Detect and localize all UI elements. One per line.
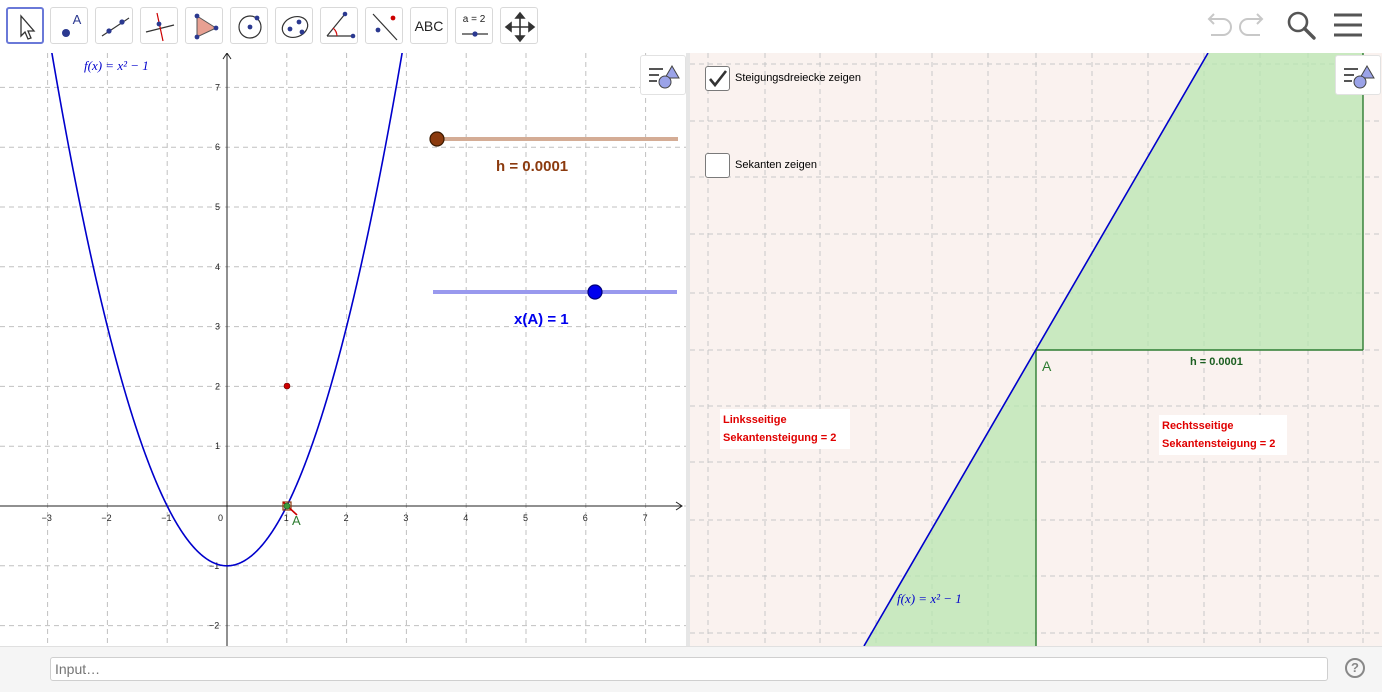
checkbox-secants-label[interactable]: Sekanten zeigen <box>735 159 817 171</box>
move-view-icon <box>504 11 536 43</box>
h-label: h = 0.0001 <box>1190 356 1243 368</box>
left-secant-line2: Sekantensteigung = 2 <box>723 432 837 444</box>
ellipse-icon <box>281 16 309 38</box>
search-icon[interactable] <box>1284 8 1318 44</box>
line-icon <box>101 17 130 37</box>
x-tick-label: 1 <box>284 513 289 523</box>
checkbox-triangles[interactable] <box>705 66 730 91</box>
redo-icon[interactable] <box>1238 8 1268 44</box>
x-tick-label: 0 <box>218 513 223 523</box>
graphics-view-1-canvas[interactable]: −3 −2 −1 0 1 2 3 4 5 6 7−2−11234567 f(x) = x² − 1 … <box>0 53 686 646</box>
x-tick-label: 2 <box>344 513 349 523</box>
polygon-icon <box>194 13 219 40</box>
circle-tool[interactable] <box>230 7 268 44</box>
perpendicular-line-tool[interactable] <box>140 7 178 44</box>
point-a-label: A <box>292 513 301 528</box>
y-tick-label: 4 <box>215 262 220 272</box>
perpendicular-icon <box>145 12 175 42</box>
checkmark-icon <box>709 70 728 88</box>
left-secant-line1: Linksseitige <box>723 414 787 426</box>
move-view-tool[interactable] <box>500 7 538 44</box>
x-tick-label: −3 <box>42 513 52 523</box>
line-tool[interactable] <box>95 7 133 44</box>
y-tick-label: 7 <box>215 82 220 92</box>
right-secant-line2: Sekantensteigung = 2 <box>1162 438 1276 450</box>
slider-icon <box>462 31 488 37</box>
grid-lines <box>0 53 686 646</box>
algebra-input[interactable] <box>50 657 1328 681</box>
stylebar-icon <box>1344 65 1375 89</box>
graphics-view-2-canvas[interactable]: A h = 0.0001 f(x) = x² − 1 <box>690 53 1382 646</box>
function-graph-f[interactable] <box>48 53 413 567</box>
help-icon[interactable]: ? <box>1345 658 1365 678</box>
circle-center-point-icon <box>238 15 262 39</box>
x-tick-label: −2 <box>101 513 111 523</box>
x-tick-label: −1 <box>161 513 171 523</box>
x-tick-label: 5 <box>523 513 528 523</box>
right-slope-triangle[interactable] <box>1036 53 1363 350</box>
slider-xa-label: x(A) = 1 <box>514 311 569 328</box>
move-tool[interactable] <box>6 7 44 44</box>
slider-h[interactable] <box>429 131 678 147</box>
x-tick-label: 3 <box>403 513 408 523</box>
slider-xa-handle[interactable] <box>587 284 603 300</box>
slider-xa[interactable] <box>433 284 677 300</box>
y-tick-label: 5 <box>215 202 220 212</box>
graphics1-stylebar-toggle[interactable] <box>640 55 686 95</box>
y-tick-label: 6 <box>215 142 220 152</box>
checkbox-secants[interactable] <box>705 153 730 178</box>
y-tick-label: 2 <box>215 381 220 391</box>
y-tick-label: 1 <box>215 441 220 451</box>
angle-icon <box>326 11 356 39</box>
menu-icon[interactable] <box>1332 8 1364 44</box>
x-tick-label: 4 <box>463 513 468 523</box>
undo-icon[interactable] <box>1203 8 1233 44</box>
function-label[interactable]: f(x) = x² − 1 <box>84 58 149 73</box>
red-point[interactable] <box>283 382 291 390</box>
x-tick-label: 6 <box>583 513 588 523</box>
x-tick-label: 7 <box>643 513 648 523</box>
reflect-line-icon <box>372 13 398 41</box>
graphics2-stylebar-toggle[interactable] <box>1335 55 1381 95</box>
angle-tool[interactable] <box>320 7 358 44</box>
ellipse-tool[interactable] <box>275 7 313 44</box>
polygon-tool[interactable] <box>185 7 223 44</box>
function-label[interactable]: f(x) = x² − 1 <box>897 591 962 606</box>
right-secant-line1: Rechtsseitige <box>1162 420 1234 432</box>
slider-h-handle[interactable] <box>429 131 445 147</box>
checkbox-triangles-label[interactable]: Steigungsdreiecke zeigen <box>735 72 861 84</box>
point-tool-label: A <box>72 12 82 27</box>
slider-tool[interactable]: a = 2 <box>455 7 493 44</box>
graphics-view-2[interactable]: A h = 0.0001 f(x) = x² − 1 Steigungsdrei… <box>690 53 1382 646</box>
stylebar-icon <box>649 65 680 89</box>
graphics-view-1[interactable]: −3 −2 −1 0 1 2 3 4 5 6 7 −2 −1 1 2 3 4 5 6 7 f(x) = x² − 1 … <box>0 53 686 646</box>
input-bar: ? <box>0 646 1382 692</box>
point-a-label: A <box>1042 358 1052 374</box>
text-tool[interactable]: ABC <box>410 7 448 44</box>
y-tick-label: 3 <box>215 322 220 332</box>
toolbar: A ABC a = 2 <box>0 0 1382 54</box>
text-tool-label: ABC <box>414 18 444 34</box>
right-secant-text[interactable]: Rechtsseitige Sekantensteigung = 2 <box>1159 415 1287 455</box>
arrow-pointer-icon <box>20 14 36 40</box>
point-tool[interactable]: A <box>50 7 88 44</box>
reflect-tool[interactable] <box>365 7 403 44</box>
slider-h-label: h = 0.0001 <box>496 158 568 175</box>
y-tick-label: −2 <box>209 621 219 631</box>
left-secant-text[interactable]: Linksseitige Sekantensteigung = 2 <box>720 409 850 449</box>
